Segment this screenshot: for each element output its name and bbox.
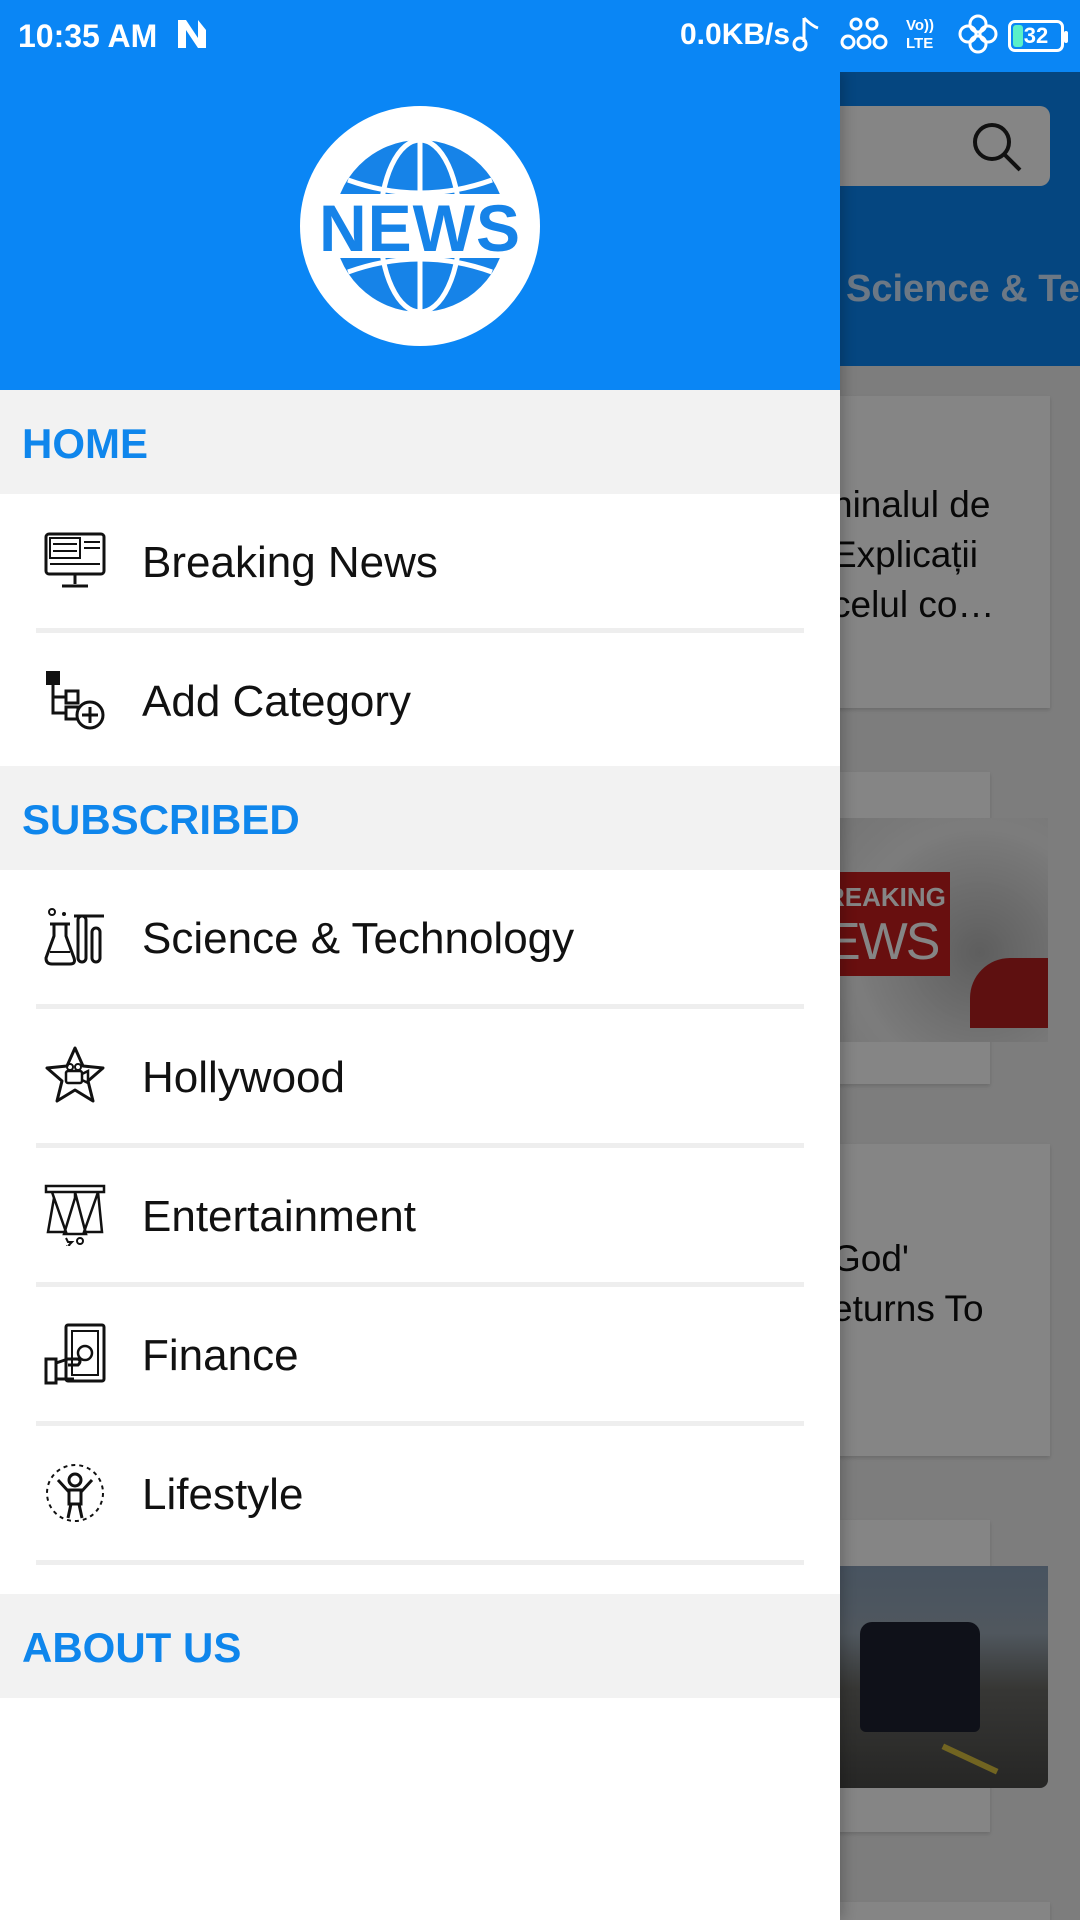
navigation-drawer: NEWS HOME Breaking News Add Category SUB…	[0, 72, 840, 1920]
drawer-item-add-category[interactable]: Add Category	[0, 633, 840, 776]
drawer-item-label: Hollywood	[142, 1053, 345, 1102]
logo-text: NEWS	[318, 190, 522, 267]
drawer-item-lifestyle[interactable]: Lifestyle	[0, 1426, 840, 1565]
section-home: HOME	[0, 390, 840, 494]
drawer-item-label: Entertainment	[142, 1192, 416, 1241]
volte-icon: Vo)) LTE	[906, 17, 934, 52]
section-subscribed: SUBSCRIBED	[0, 766, 840, 870]
star-camera-icon	[45, 1046, 105, 1103]
money-hand-icon	[44, 1323, 106, 1385]
network-speed: 0.0KB/s	[680, 18, 791, 51]
n-icon	[178, 20, 206, 48]
add-category-icon	[46, 671, 105, 730]
person-cheering-icon	[46, 1464, 104, 1522]
clover-icon	[958, 14, 998, 54]
drawer-item-breaking-news[interactable]: Breaking News	[0, 494, 840, 633]
drawer-item-label: Lifestyle	[142, 1470, 304, 1519]
status-bar: 10:35 AM 0.0KB/s Vo)) LTE 32	[0, 0, 1080, 72]
network-dots-icon	[840, 17, 888, 50]
drawer-item-entertainment[interactable]: Entertainment	[0, 1148, 840, 1287]
drawer-item-hollywood[interactable]: Hollywood	[0, 1009, 840, 1148]
drawer-item-label: Breaking News	[142, 538, 438, 587]
spotlight-icon	[44, 1184, 106, 1246]
drawer-item-science-technology[interactable]: Science & Technology	[0, 870, 840, 1009]
volte-line2: LTE	[906, 35, 933, 52]
breaking-news-monitor-icon	[44, 532, 106, 588]
status-icons: Vo)) LTE	[792, 14, 998, 54]
battery-level: 32	[1023, 23, 1049, 48]
drawer-header: NEWS	[0, 72, 840, 390]
drawer-item-label: Add Category	[142, 677, 412, 726]
section-about-us[interactable]: ABOUT US	[0, 1594, 840, 1698]
section-subscribed-label: SUBSCRIBED	[22, 796, 300, 843]
volte-line1: Vo))	[906, 17, 934, 34]
section-about-us-label: ABOUT US	[22, 1624, 242, 1671]
drawer-item-label: Science & Technology	[142, 914, 575, 963]
news-logo: NEWS	[300, 106, 540, 346]
drawer-item-finance[interactable]: Finance	[0, 1287, 840, 1426]
divider	[36, 1560, 804, 1565]
status-time: 10:35 AM	[18, 18, 158, 54]
section-home-label: HOME	[22, 420, 148, 467]
battery-icon: 32	[1008, 20, 1068, 52]
lab-flask-icon	[44, 908, 104, 966]
drawer-item-label: Finance	[142, 1331, 299, 1380]
music-note-icon	[792, 16, 819, 52]
